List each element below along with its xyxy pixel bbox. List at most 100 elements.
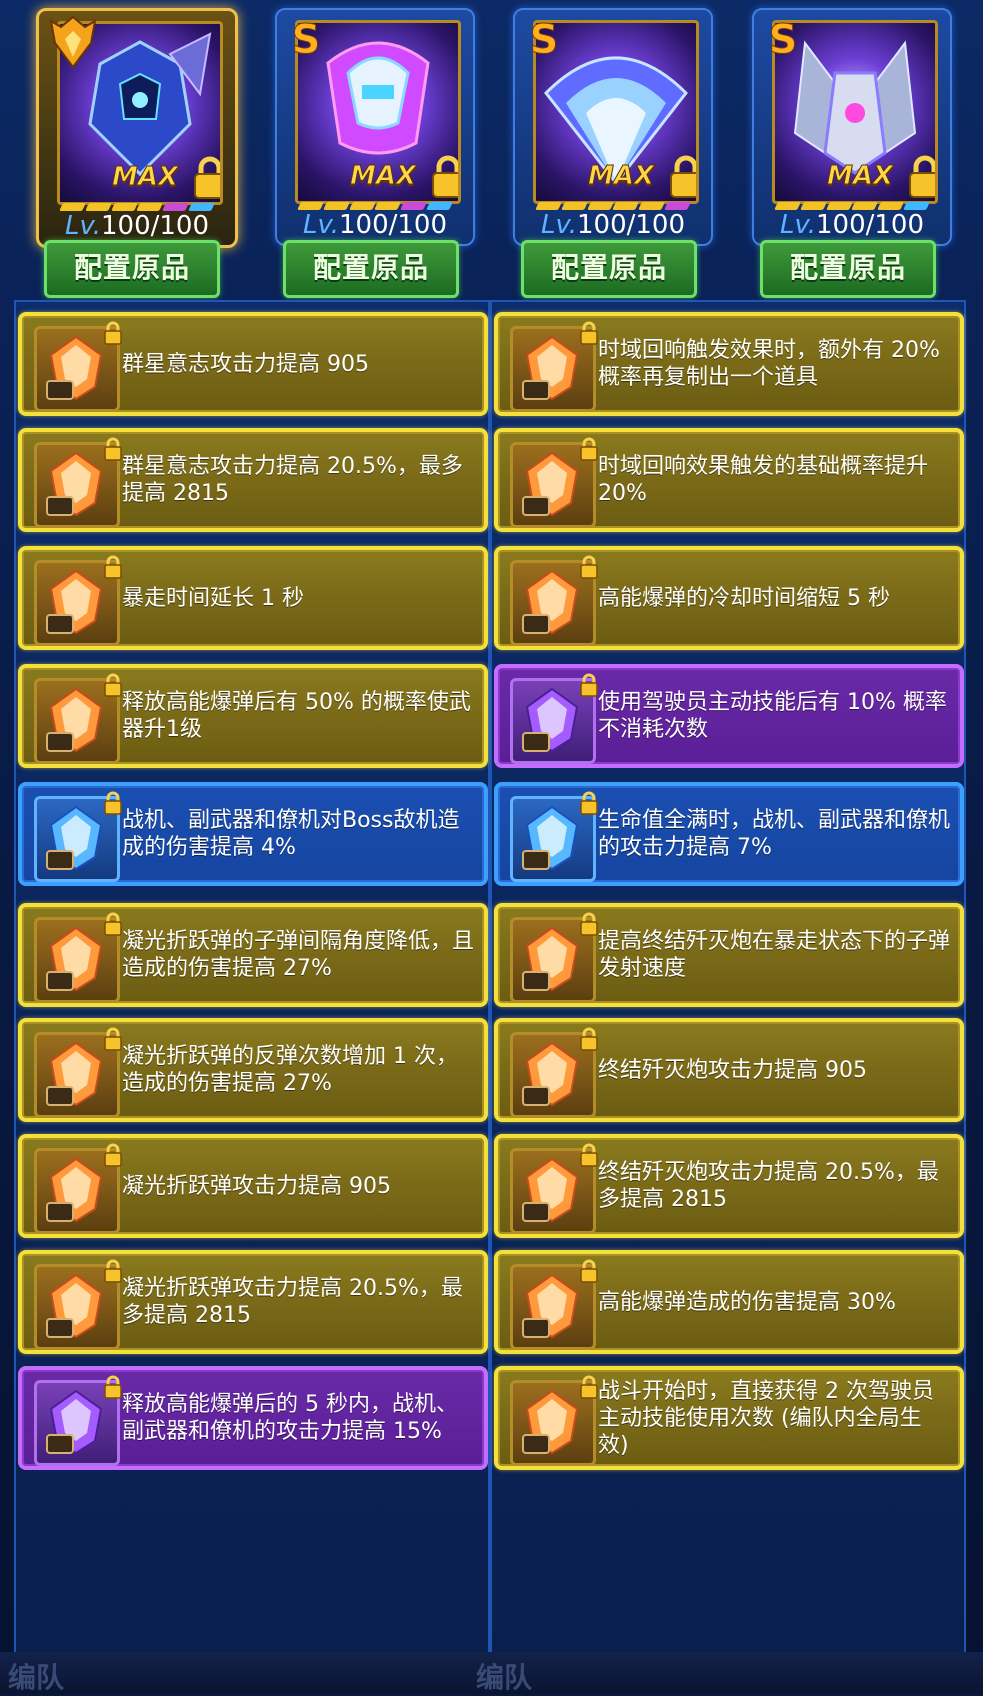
perk-row[interactable]: 终结歼灭炮攻击力提高 20.5%，最多提高 2815	[494, 1134, 964, 1238]
perk-icon-frame	[510, 437, 598, 528]
perk-row[interactable]: 时域回响效果触发的基础概率提升 20%	[494, 428, 964, 532]
lock-icon	[194, 156, 220, 199]
perk-description: 时域回响效果触发的基础概率提升 20%	[598, 454, 929, 506]
level-value: 100/100	[577, 210, 686, 240]
lock-icon	[580, 912, 598, 936]
perk-row[interactable]: 生命值全满时，战机、副武器和僚机的攻击力提高 7%	[494, 782, 964, 886]
gem-icon	[522, 1389, 579, 1455]
gem-icon	[522, 569, 579, 635]
configure-original-button[interactable]: 配置原品	[760, 240, 936, 298]
lock-icon	[432, 155, 458, 198]
gem-icon	[46, 1041, 103, 1107]
aircraft-card-3[interactable]: MAX S Lv.100/100	[513, 8, 713, 246]
gem-icon	[46, 451, 103, 517]
perk-description: 释放高能爆弹后有 50% 的概率使武器升1级	[122, 690, 471, 742]
perk-icon-frame	[510, 321, 598, 412]
perk-icon-frame	[34, 791, 122, 882]
perk-description: 提高终结歼灭炮在暴走状态下的子弹发射速度	[598, 929, 951, 981]
gem-icon	[46, 569, 103, 635]
perk-row[interactable]: 凝光折跃弹的反弹次数增加 1 次，造成的伤害提高 27%	[18, 1018, 488, 1122]
max-label: MAX	[587, 161, 655, 192]
perk-row[interactable]: 终结歼灭炮攻击力提高 905	[494, 1018, 964, 1122]
perk-row[interactable]: 战斗开始时，直接获得 2 次驾驶员主动技能使用次数 (编队内全局生效)	[494, 1366, 964, 1470]
lock-icon	[909, 155, 935, 198]
rank-badge: S	[529, 17, 559, 63]
perk-icon-frame	[34, 1259, 122, 1350]
level-display: Lv.100/100	[39, 211, 235, 241]
rank-crest-icon	[49, 15, 97, 69]
perk-description: 凝光折跃弹的子弹间隔角度降低，且造成的伤害提高 27%	[122, 929, 475, 981]
footer-tab-left[interactable]: 编队	[8, 1656, 64, 1696]
perk-row[interactable]: 群星意志攻击力提高 905	[18, 312, 488, 416]
perk-row[interactable]: 战机、副武器和僚机对Boss敌机造成的伤害提高 4%	[18, 782, 488, 886]
perk-row[interactable]: 高能爆弹的冷却时间缩短 5 秒	[494, 546, 964, 650]
gem-icon	[46, 335, 103, 401]
perk-icon-frame	[34, 1143, 122, 1234]
perk-row[interactable]: 释放高能爆弹后有 50% 的概率使武器升1级	[18, 664, 488, 768]
lock-icon	[580, 1259, 598, 1283]
level-display: Lv.100/100	[515, 210, 711, 240]
perk-row[interactable]: 使用驾驶员主动技能后有 10% 概率不消耗次数	[494, 664, 964, 768]
perk-description: 时域回响触发效果时，额外有 20% 概率再复制出一个道具	[598, 338, 940, 390]
level-prefix: Lv.	[302, 210, 339, 240]
aircraft-card-4[interactable]: MAX S Lv.100/100	[752, 8, 952, 246]
perk-description: 凝光折跃弹攻击力提高 20.5%，最多提高 2815	[122, 1276, 463, 1328]
perk-description: 使用驾驶员主动技能后有 10% 概率不消耗次数	[598, 690, 947, 742]
perk-row[interactable]: 时域回响触发效果时，额外有 20% 概率再复制出一个道具	[494, 312, 964, 416]
perk-description: 释放高能爆弹后的 5 秒内，战机、副武器和僚机的攻击力提高 15%	[122, 1392, 458, 1444]
perk-icon-frame	[34, 1375, 122, 1466]
perk-row[interactable]: 凝光折跃弹的子弹间隔角度降低，且造成的伤害提高 27%	[18, 903, 488, 1007]
perk-description: 群星意志攻击力提高 905	[122, 351, 369, 377]
level-value: 100/100	[339, 210, 448, 240]
aircraft-card-row: MAX Lv.100/100 MAX S Lv.100/100 MAX S Lv…	[0, 0, 983, 330]
perk-icon-frame	[34, 673, 122, 764]
configure-original-button[interactable]: 配置原品	[521, 240, 697, 298]
max-label: MAX	[349, 161, 417, 192]
lock-icon	[104, 555, 122, 579]
lock-icon	[104, 1375, 122, 1399]
perk-icon-frame	[510, 555, 598, 646]
lock-icon	[104, 912, 122, 936]
gem-icon	[46, 1273, 103, 1339]
gem-icon	[522, 451, 579, 517]
gem-icon	[46, 805, 103, 871]
perk-row[interactable]: 高能爆弹造成的伤害提高 30%	[494, 1250, 964, 1354]
level-prefix: Lv.	[540, 210, 577, 240]
perk-icon-frame	[510, 912, 598, 1003]
footer-tab-right[interactable]: 编队	[476, 1656, 532, 1696]
gem-icon	[522, 687, 579, 753]
perk-icon-frame	[510, 791, 598, 882]
gem-icon	[46, 687, 103, 753]
gem-icon	[522, 1041, 579, 1107]
gem-icon	[522, 335, 579, 401]
rank-badge: S	[768, 17, 798, 63]
level-prefix: Lv.	[64, 211, 101, 241]
perk-row[interactable]: 凝光折跃弹攻击力提高 20.5%，最多提高 2815	[18, 1250, 488, 1354]
perk-row[interactable]: 暴走时间延长 1 秒	[18, 546, 488, 650]
perk-description: 战斗开始时，直接获得 2 次驾驶员主动技能使用次数 (编队内全局生效)	[598, 1378, 934, 1458]
perk-description: 终结歼灭炮攻击力提高 20.5%，最多提高 2815	[598, 1160, 939, 1212]
aircraft-card-2[interactable]: MAX S Lv.100/100	[275, 8, 475, 246]
configure-original-button[interactable]: 配置原品	[44, 240, 220, 298]
gem-icon	[522, 805, 579, 871]
perk-row[interactable]: 提高终结歼灭炮在暴走状态下的子弹发射速度	[494, 903, 964, 1007]
perk-description: 群星意志攻击力提高 20.5%，最多提高 2815	[122, 454, 463, 506]
perk-description: 暴走时间延长 1 秒	[122, 585, 304, 611]
gem-icon	[46, 1157, 103, 1223]
perk-icon-frame	[34, 555, 122, 646]
perk-row[interactable]: 凝光折跃弹攻击力提高 905	[18, 1134, 488, 1238]
max-label: MAX	[826, 161, 894, 192]
perk-row[interactable]: 群星意志攻击力提高 20.5%，最多提高 2815	[18, 428, 488, 532]
configure-original-button[interactable]: 配置原品	[283, 240, 459, 298]
lock-icon	[580, 321, 598, 345]
perk-description: 终结歼灭炮攻击力提高 905	[598, 1057, 867, 1083]
perk-row[interactable]: 释放高能爆弹后的 5 秒内，战机、副武器和僚机的攻击力提高 15%	[18, 1366, 488, 1470]
lock-icon	[580, 437, 598, 461]
lock-icon	[580, 791, 598, 815]
level-display: Lv.100/100	[277, 210, 473, 240]
lock-icon	[104, 1259, 122, 1283]
lock-icon	[104, 437, 122, 461]
lock-icon	[104, 1027, 122, 1051]
lock-icon	[104, 1143, 122, 1167]
aircraft-card-1[interactable]: MAX Lv.100/100	[36, 8, 238, 248]
